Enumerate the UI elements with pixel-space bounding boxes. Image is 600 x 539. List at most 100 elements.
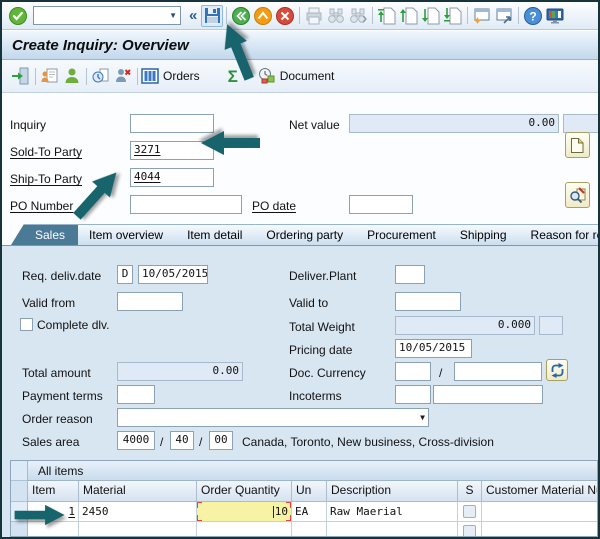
page-down-icon[interactable] bbox=[420, 5, 442, 27]
req-deliv-date-code-field[interactable]: D bbox=[117, 265, 133, 284]
create-document-button[interactable] bbox=[565, 132, 590, 158]
col-header-order-quantity[interactable]: Order Quantity bbox=[197, 481, 292, 502]
tab-sales[interactable]: Sales bbox=[11, 224, 78, 245]
material-cell[interactable] bbox=[79, 522, 197, 537]
incoterms-location-field[interactable] bbox=[433, 385, 543, 404]
table-title-bar: All items bbox=[28, 461, 597, 481]
col-header-material[interactable]: Material bbox=[79, 481, 197, 502]
business-partner-icon[interactable] bbox=[39, 65, 61, 87]
po-number-label: PO Number bbox=[10, 199, 73, 213]
tab-strip: Sales Item overview Item detail Ordering… bbox=[10, 224, 600, 245]
command-field[interactable]: ▼ bbox=[33, 6, 181, 25]
req-deliv-date-field[interactable]: 10/05/2015 bbox=[138, 265, 208, 284]
net-value-label: Net value bbox=[289, 118, 340, 132]
deliver-plant-field[interactable] bbox=[395, 265, 425, 284]
separator bbox=[137, 68, 138, 85]
col-header-description[interactable]: Description bbox=[327, 481, 458, 502]
help-icon[interactable]: ? bbox=[522, 5, 544, 27]
last-page-icon[interactable] bbox=[442, 5, 464, 27]
order-reason-label: Order reason bbox=[22, 412, 93, 426]
order-quantity-cell[interactable] bbox=[197, 522, 292, 537]
exit-to-document-icon[interactable] bbox=[10, 65, 32, 87]
tab-item-detail[interactable]: Item detail bbox=[163, 224, 255, 245]
print-icon[interactable] bbox=[303, 5, 325, 27]
chevron-down-icon[interactable]: ▼ bbox=[169, 12, 177, 20]
document-clock-icon[interactable] bbox=[90, 65, 112, 87]
find-next-icon[interactable] bbox=[347, 5, 369, 27]
tab-procurement[interactable]: Procurement bbox=[343, 224, 449, 245]
ship-to-party-field[interactable]: 4044 bbox=[130, 168, 214, 187]
continue-check-icon[interactable] bbox=[7, 5, 29, 27]
create-shortcut-icon[interactable] bbox=[493, 5, 515, 27]
incoterms-field[interactable] bbox=[395, 385, 431, 404]
orders-button[interactable]: Orders bbox=[141, 68, 200, 84]
req-deliv-date-label: Req. deliv.date bbox=[22, 269, 101, 283]
find-icon[interactable] bbox=[325, 5, 347, 27]
sap-window: ▼ « bbox=[0, 0, 600, 539]
tab-ordering-party[interactable]: Ordering party bbox=[242, 224, 356, 245]
sales-area-label: Sales area bbox=[22, 435, 79, 449]
unit-cell[interactable] bbox=[292, 522, 327, 537]
s-checkbox[interactable] bbox=[463, 505, 476, 518]
description-cell[interactable] bbox=[327, 522, 458, 537]
po-date-label: PO date bbox=[252, 199, 296, 213]
distribution-channel-field[interactable]: 40 bbox=[170, 431, 194, 450]
col-header-un[interactable]: Un bbox=[292, 481, 327, 502]
total-amount-field: 0.00 bbox=[117, 362, 243, 381]
customer-material-cell[interactable] bbox=[482, 502, 598, 522]
po-number-field[interactable] bbox=[130, 195, 242, 214]
cancel-icon[interactable] bbox=[274, 5, 296, 27]
payment-terms-label: Payment terms bbox=[22, 389, 103, 403]
document-button[interactable]: Document bbox=[258, 67, 335, 85]
header-details-button[interactable] bbox=[565, 182, 590, 208]
customize-layout-icon[interactable] bbox=[544, 5, 566, 27]
col-header-s[interactable]: S bbox=[458, 481, 482, 502]
description-cell[interactable]: Raw Maerial bbox=[327, 502, 458, 522]
payment-terms-field[interactable] bbox=[117, 385, 155, 404]
table-header-row: Item Material Order Quantity Un Descript… bbox=[28, 481, 597, 502]
pricing-date-label: Pricing date bbox=[289, 343, 352, 357]
s-checkbox[interactable] bbox=[463, 525, 476, 537]
sales-org-field[interactable]: 4000 bbox=[117, 431, 155, 450]
incoterms-label: Incoterms bbox=[289, 389, 342, 403]
save-icon[interactable] bbox=[201, 5, 223, 27]
unit-cell[interactable]: EA bbox=[292, 502, 327, 522]
new-session-icon[interactable] bbox=[471, 5, 493, 27]
doc-currency-rate-field[interactable] bbox=[454, 362, 542, 381]
pricing-date-field[interactable]: 10/05/2015 bbox=[395, 339, 472, 358]
chevron-down-icon[interactable]: ▼ bbox=[420, 414, 425, 422]
division-field[interactable]: 00 bbox=[209, 431, 233, 450]
separator bbox=[226, 7, 227, 24]
customer-material-cell[interactable] bbox=[482, 522, 598, 537]
deliver-plant-label: Deliver.Plant bbox=[289, 269, 356, 283]
order-reason-select[interactable]: ▼ bbox=[117, 408, 429, 427]
collapse-chevron-icon[interactable]: « bbox=[185, 7, 201, 24]
person-icon[interactable] bbox=[61, 65, 83, 87]
separator bbox=[299, 7, 300, 24]
complete-dlv-checkbox[interactable] bbox=[20, 318, 33, 331]
po-date-field[interactable] bbox=[349, 195, 413, 214]
page-up-icon[interactable] bbox=[398, 5, 420, 27]
valid-to-label: Valid to bbox=[289, 296, 328, 310]
exit-icon[interactable] bbox=[252, 5, 274, 27]
order-quantity-cell[interactable]: 10 bbox=[197, 502, 292, 522]
application-toolbar: Orders Σ Document bbox=[2, 60, 598, 93]
total-weight-field: 0.000 bbox=[395, 316, 535, 335]
valid-to-field[interactable] bbox=[395, 292, 461, 311]
separator bbox=[518, 7, 519, 24]
first-page-icon[interactable] bbox=[376, 5, 398, 27]
orders-button-label: Orders bbox=[163, 69, 200, 83]
s-cell bbox=[458, 522, 482, 537]
doc-currency-field[interactable] bbox=[395, 362, 431, 381]
exchange-rate-button[interactable] bbox=[546, 359, 568, 381]
tab-reason-for-rejection[interactable]: Reason for rejection bbox=[507, 224, 600, 245]
person-reject-icon[interactable] bbox=[112, 65, 134, 87]
col-header-customer-material[interactable]: Customer Material Number bbox=[482, 481, 598, 502]
tab-item-overview[interactable]: Item overview bbox=[65, 224, 176, 245]
doc-currency-label: Doc. Currency bbox=[289, 366, 366, 380]
col-header-item[interactable]: Item bbox=[28, 481, 79, 502]
material-cell[interactable]: 2450 bbox=[79, 502, 197, 522]
svg-text:?: ? bbox=[530, 9, 537, 23]
doc-currency-slash: / bbox=[439, 366, 442, 380]
valid-from-field[interactable] bbox=[117, 292, 183, 311]
